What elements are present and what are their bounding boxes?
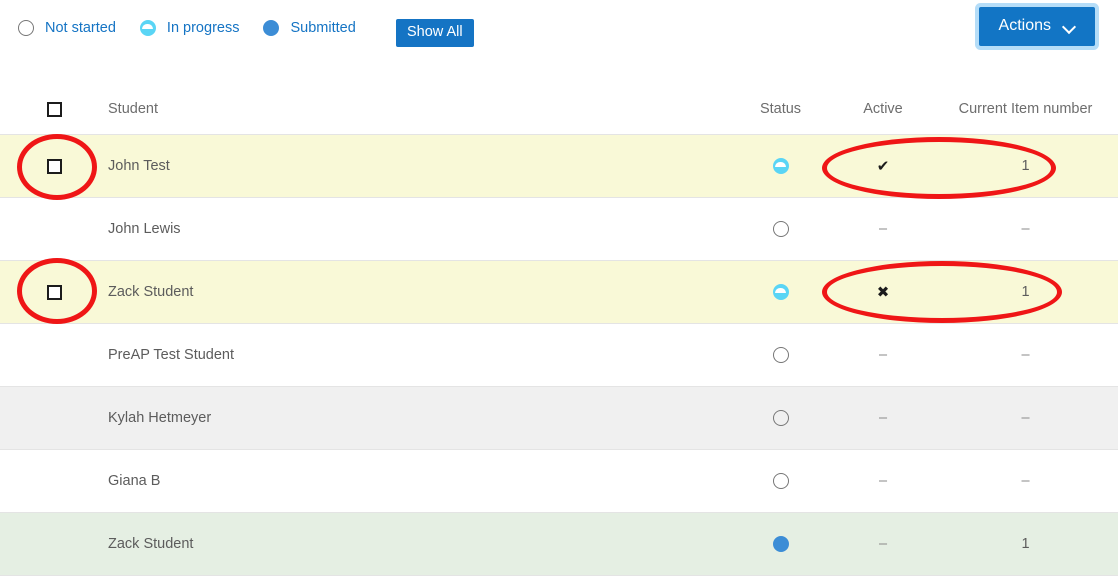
table-header-row: Student Status Active Current Item numbe…: [0, 84, 1118, 135]
active-cell: –: [878, 221, 888, 237]
actions-button[interactable]: Actions: [978, 7, 1095, 46]
status-legend: Not started In progress Submitted: [18, 20, 380, 36]
active-cell: ✔: [876, 157, 890, 175]
select-all-cell: [0, 101, 108, 117]
current-item-cell: –: [1021, 221, 1030, 237]
actions-button-label: Actions: [998, 17, 1051, 34]
student-name[interactable]: John Test: [108, 158, 728, 174]
legend-item-inprogress[interactable]: In progress: [139, 20, 240, 36]
circle-half-filled-icon: [139, 20, 156, 36]
select-all-checkbox[interactable]: [46, 101, 62, 117]
circle-outline-icon: [772, 347, 789, 363]
circle-outline-icon: [772, 473, 789, 489]
legend-label: Not started: [45, 20, 116, 36]
table-row[interactable]: PreAP Test Student – –: [0, 324, 1118, 387]
show-all-button[interactable]: Show All: [396, 19, 474, 47]
student-name[interactable]: Zack Student: [108, 536, 728, 552]
circle-half-filled-icon: [772, 284, 789, 300]
current-item-cell: 1: [1021, 284, 1030, 300]
table-row[interactable]: John Lewis – –: [0, 198, 1118, 261]
column-header-item[interactable]: Current Item number: [933, 101, 1118, 117]
table-row[interactable]: John Test ✔ 1: [0, 135, 1118, 198]
current-item-cell: –: [1021, 473, 1030, 489]
legend-item-submitted[interactable]: Submitted: [263, 20, 356, 36]
student-name[interactable]: John Lewis: [108, 221, 728, 237]
row-select-cell: [0, 284, 108, 300]
student-name[interactable]: PreAP Test Student: [108, 347, 728, 363]
student-name[interactable]: Zack Student: [108, 284, 728, 300]
table-row[interactable]: Zack Student – 1: [0, 513, 1118, 576]
row-select-cell: [0, 158, 108, 174]
status-cell: [728, 221, 833, 237]
circle-filled-icon: [263, 20, 280, 36]
circle-filled-icon: [772, 536, 789, 552]
active-cell: –: [878, 347, 888, 363]
status-cell: [728, 347, 833, 363]
current-item-cell: 1: [1021, 536, 1030, 552]
current-item-cell: 1: [1021, 158, 1030, 174]
status-cell: [728, 473, 833, 489]
table-row[interactable]: Zack Student ✖ 1: [0, 261, 1118, 324]
table-body: John Test ✔ 1 John Lewis – – Zack Student ✖ 1 Pre…: [0, 135, 1118, 576]
circle-half-filled-icon: [772, 158, 789, 174]
status-cell: [728, 158, 833, 174]
student-progress-table: Student Status Active Current Item numbe…: [0, 84, 1118, 576]
current-item-cell: –: [1021, 410, 1030, 426]
column-header-student[interactable]: Student: [108, 101, 728, 117]
circle-outline-icon: [18, 20, 34, 36]
active-cell: –: [878, 410, 888, 426]
column-header-status[interactable]: Status: [728, 101, 833, 117]
student-name[interactable]: Giana B: [108, 473, 728, 489]
circle-outline-icon: [772, 410, 789, 426]
legend-label: In progress: [166, 20, 240, 36]
chevron-down-icon: [1064, 21, 1075, 32]
legend-item-notstarted[interactable]: Not started: [18, 20, 116, 36]
circle-outline-icon: [772, 221, 789, 237]
status-cell: [728, 284, 833, 300]
row-checkbox[interactable]: [46, 284, 62, 300]
table-row[interactable]: Kylah Hetmeyer – –: [0, 387, 1118, 450]
active-cell: –: [878, 473, 888, 489]
legend-label: Submitted: [290, 20, 356, 36]
status-cell: [728, 536, 833, 552]
table-row[interactable]: Giana B – –: [0, 450, 1118, 513]
status-cell: [728, 410, 833, 426]
column-header-active[interactable]: Active: [833, 101, 933, 117]
current-item-cell: –: [1021, 347, 1030, 363]
row-checkbox[interactable]: [46, 158, 62, 174]
toolbar: Not started In progress Submitted Show All…: [0, 0, 1118, 62]
active-cell: ✖: [876, 283, 890, 301]
student-name[interactable]: Kylah Hetmeyer: [108, 410, 728, 426]
active-cell: –: [878, 536, 888, 552]
